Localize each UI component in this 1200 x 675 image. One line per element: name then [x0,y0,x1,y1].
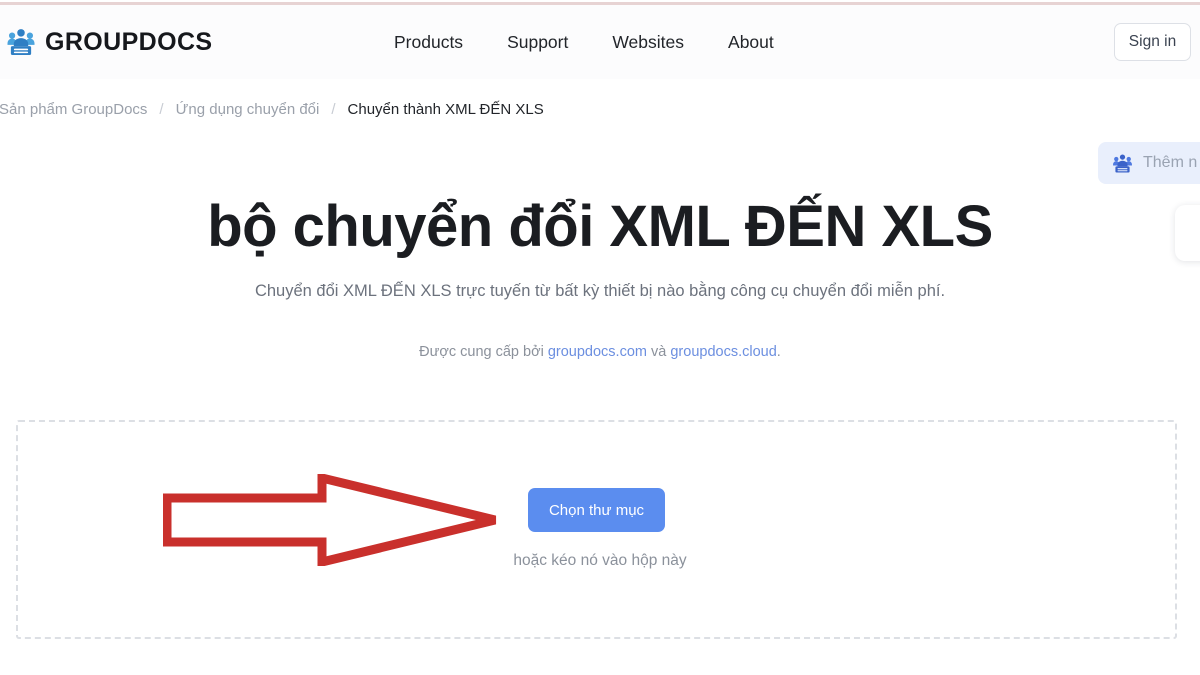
page-title: bộ chuyển đổi XML ĐẾN XLS [207,194,993,259]
nav-item-support[interactable]: Support [507,32,612,53]
add-more-button[interactable]: Thêm n [1098,142,1200,184]
breadcrumb-item-conversion-apps[interactable]: Ứng dụng chuyển đổi [176,101,320,118]
breadcrumb-separator: / [331,101,336,118]
nav-item-websites[interactable]: Websites [612,32,728,53]
add-more-label: Thêm n [1143,154,1198,171]
powered-by-conjunction: và [646,343,671,360]
sign-in-button[interactable]: Sign in [1114,23,1191,61]
breadcrumb-separator: / [159,101,164,118]
choose-folder-button[interactable]: Chọn thư mục [528,488,665,532]
breadcrumb-item-products[interactable]: Sản phẩm GroupDocs [0,101,147,118]
people-group-icon [1112,153,1133,174]
link-groupdocs-com[interactable]: groupdocs.com [548,344,647,360]
breadcrumb: Sản phẩm GroupDocs / Ứng dụng chuyển đổi… [0,101,544,118]
brand-name: GROUPDOCS [45,27,213,56]
site-header: GROUPDOCS Products Support Websites Abou… [0,5,1200,79]
nav-item-products[interactable]: Products [394,32,507,53]
drag-drop-hint: hoặc kéo nó vào hộp này [513,552,687,569]
link-groupdocs-cloud[interactable]: groupdocs.cloud [670,344,776,360]
groupdocs-people-logo-icon [6,27,36,57]
page-subtitle: Chuyển đổi XML ĐẾN XLS trực tuyến từ bất… [254,281,946,300]
powered-by-suffix: . [776,343,781,360]
hero-section: bộ chuyển đổi XML ĐẾN XLS Chuyển đổi XML… [0,194,1200,360]
brand-logo[interactable]: GROUPDOCS [6,27,213,57]
breadcrumb-item-current: Chuyển thành XML ĐẾN XLS [347,101,544,118]
powered-by-line: Được cung cấp bởi groupdocs.com và group… [0,344,1200,360]
nav-item-about[interactable]: About [728,32,774,53]
powered-by-prefix: Được cung cấp bởi [419,343,548,360]
main-navigation: Products Support Websites About [394,32,774,53]
